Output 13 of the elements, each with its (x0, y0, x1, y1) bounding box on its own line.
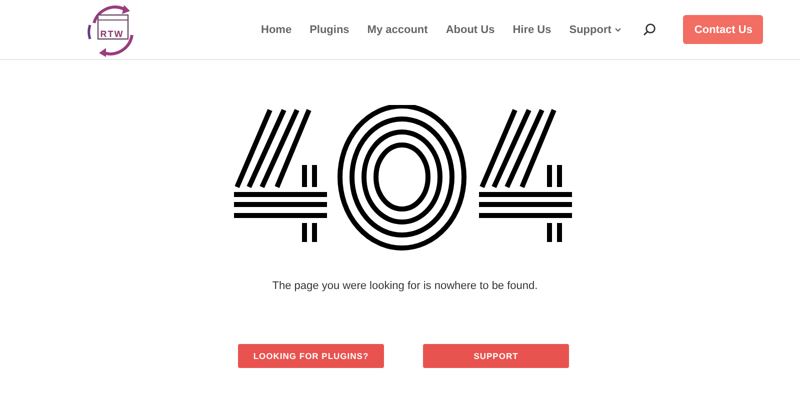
nav-link[interactable]: Plugins (310, 24, 350, 36)
nav-link[interactable]: Home (261, 24, 292, 36)
link-button[interactable]: LOOKING FOR PLUGINS? (238, 344, 384, 368)
link-button[interactable]: SUPPORT (423, 344, 569, 368)
nav-link[interactable]: About Us (446, 24, 495, 36)
search-icon[interactable] (643, 23, 656, 36)
nav-link[interactable]: Support (569, 24, 622, 36)
nav-link[interactable]: Hire Us (512, 24, 552, 36)
nav-link[interactable]: My account (367, 24, 428, 36)
logo-text: RTW (100, 29, 124, 39)
contact-button[interactable]: Contact Us (683, 15, 764, 44)
error-message: The page you were looking for is nowhere to be found. (272, 280, 538, 292)
caret-icon (615, 28, 622, 32)
